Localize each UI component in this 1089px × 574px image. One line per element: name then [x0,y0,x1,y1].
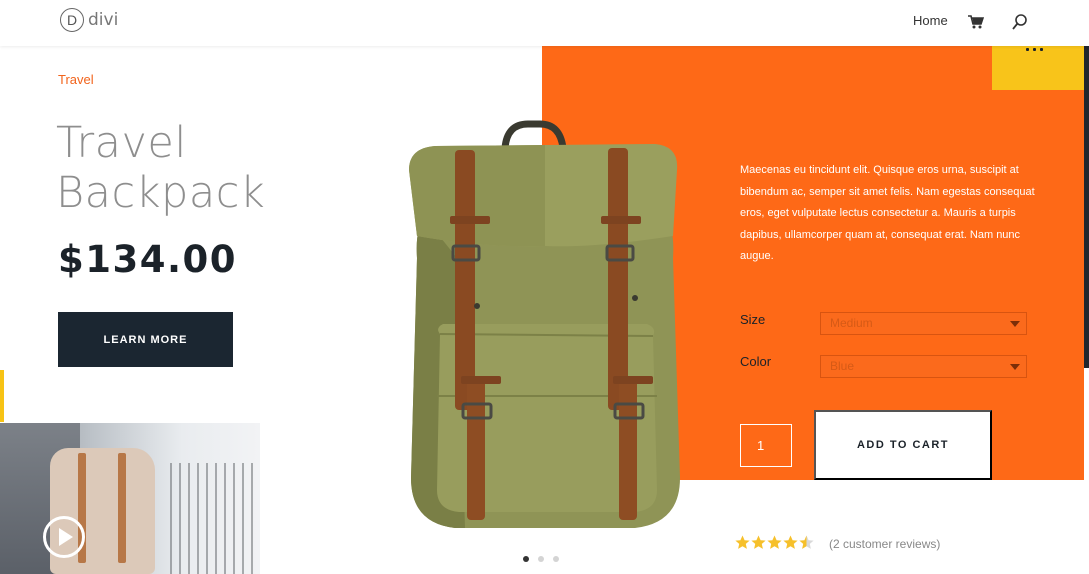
lifestyle-photo [0,423,260,574]
quantity-input[interactable]: 1 [740,424,792,467]
size-select[interactable]: Medium [820,312,1027,335]
rating-stars [735,535,815,550]
nav-home-link[interactable]: Home [913,13,948,28]
slider-dot[interactable] [538,556,544,562]
play-icon [58,528,73,546]
star-icon [783,535,798,549]
size-label: Size [740,312,766,327]
logo[interactable]: D divi [60,8,118,32]
customer-reviews-link[interactable]: (2 customer reviews) [829,537,940,551]
play-video-button[interactable] [43,516,85,558]
left-edge [0,46,3,370]
product-description: Maecenas eu tincidunt elit. Quisque eros… [740,164,1035,263]
chevron-down-icon [1010,364,1020,370]
star-icon [799,535,814,549]
add-to-cart-button[interactable]: ADD TO CART [814,410,992,480]
cart-icon[interactable] [968,15,984,29]
left-accent-bar [0,370,4,422]
site-header: D divi Home [0,0,1089,46]
color-select-value: Blue [830,359,855,373]
menu-dots-icon[interactable] [1026,48,1044,51]
slider-dot[interactable] [553,556,559,562]
product-title: Travel Backpack [56,118,266,218]
product-price: $134.00 [58,238,238,281]
menu-toggle-box[interactable] [992,46,1084,90]
dark-edge-strip [1084,46,1089,368]
backpack-image [409,120,680,528]
star-icon [767,535,782,549]
learn-more-button[interactable]: LEARN MORE [58,312,233,367]
photo-railing [170,463,260,574]
chevron-down-icon [1010,321,1020,327]
photo-strap [118,453,126,563]
star-icon [735,535,750,549]
color-label: Color [740,354,772,369]
logo-text: divi [88,10,119,30]
category-link[interactable]: Travel [58,72,94,87]
star-icon [751,535,766,549]
logo-mark: D [60,8,84,32]
size-select-value: Medium [830,316,873,330]
slider-dots [523,556,559,562]
slider-dot[interactable] [523,556,529,562]
color-select[interactable]: Blue [820,355,1027,378]
search-icon[interactable] [1011,13,1029,31]
